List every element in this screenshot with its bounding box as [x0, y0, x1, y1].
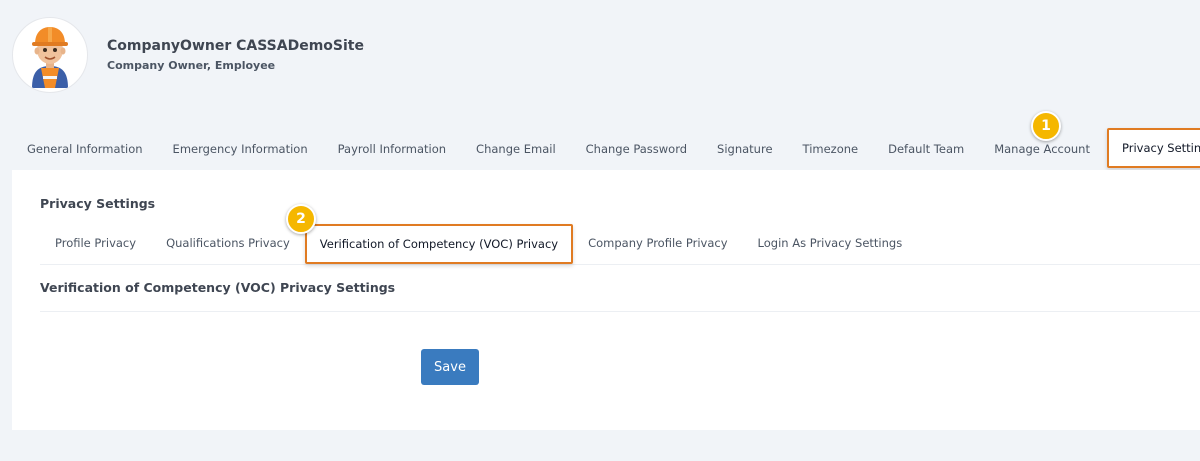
- top-tab-bar: General Information Emergency Informatio…: [12, 128, 1200, 170]
- privacy-sub-tab-bar: Profile Privacy Qualifications Privacy V…: [40, 222, 1200, 265]
- subtab-profile-privacy[interactable]: Profile Privacy: [40, 222, 151, 264]
- tab-change-password[interactable]: Change Password: [571, 128, 702, 170]
- panel-title: Privacy Settings: [40, 196, 156, 211]
- tab-privacy-settings[interactable]: Privacy Settings: [1106, 128, 1200, 168]
- tab-emergency-information[interactable]: Emergency Information: [158, 128, 323, 170]
- profile-text: CompanyOwner CASSADemoSite Company Owner…: [107, 37, 364, 73]
- avatar[interactable]: [12, 17, 88, 93]
- section-divider: [40, 311, 1200, 312]
- privacy-settings-panel: Privacy Settings Profile Privacy Qualifi…: [12, 170, 1200, 430]
- tab-change-email[interactable]: Change Email: [461, 128, 571, 170]
- tab-general-information[interactable]: General Information: [12, 128, 158, 170]
- construction-worker-avatar-icon: [32, 27, 68, 88]
- step-badge-1: 1: [1031, 111, 1061, 141]
- step-badge-2: 2: [286, 204, 316, 234]
- profile-name: CompanyOwner CASSADemoSite: [107, 38, 364, 54]
- subtab-company-profile-privacy[interactable]: Company Profile Privacy: [573, 222, 742, 264]
- profile-role: Company Owner, Employee: [107, 59, 276, 72]
- subtab-login-as-privacy-settings[interactable]: Login As Privacy Settings: [743, 222, 918, 264]
- profile-header: CompanyOwner CASSADemoSite Company Owner…: [12, 17, 364, 93]
- tab-payroll-information[interactable]: Payroll Information: [323, 128, 461, 170]
- subtab-qualifications-privacy[interactable]: Qualifications Privacy: [151, 222, 305, 264]
- tab-default-team[interactable]: Default Team: [873, 128, 979, 170]
- tab-timezone[interactable]: Timezone: [788, 128, 874, 170]
- subtab-voc-privacy[interactable]: Verification of Competency (VOC) Privacy: [304, 224, 574, 264]
- tab-signature[interactable]: Signature: [702, 128, 787, 170]
- section-title: Verification of Competency (VOC) Privacy…: [40, 280, 396, 295]
- save-button[interactable]: Save: [421, 349, 479, 385]
